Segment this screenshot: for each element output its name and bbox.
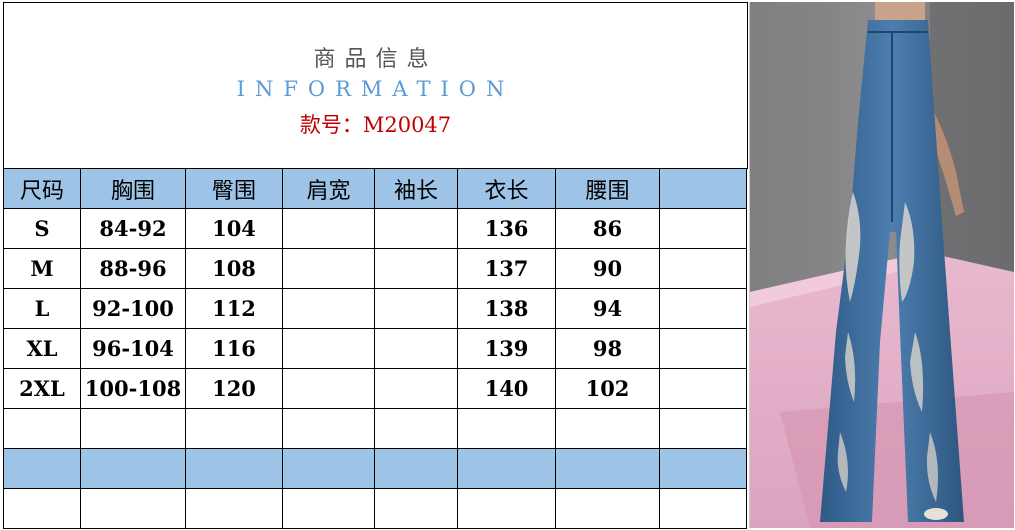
table-cell: 116	[185, 328, 283, 369]
table-row-empty	[3, 408, 747, 449]
table-row: 2XL 100-108 120 140 102	[3, 368, 747, 409]
table-cell: 100-108	[80, 368, 186, 409]
table-cell	[659, 288, 747, 329]
column-header: 肩宽	[282, 168, 375, 209]
column-header: 袖长	[374, 168, 458, 209]
table-cell	[282, 208, 375, 249]
table-cell: 139	[457, 328, 556, 369]
table-cell: 136	[457, 208, 556, 249]
table-cell: 90	[555, 248, 660, 289]
table-row-empty	[3, 488, 747, 529]
size-table: 尺码 胸围 臀围 肩宽 袖长 衣长 腰围 S 84-92 104 136 86 …	[3, 168, 747, 529]
column-header	[659, 168, 747, 209]
table-cell: 120	[185, 368, 283, 409]
table-cell	[282, 248, 375, 289]
title-chinese: 商品信息	[313, 47, 438, 72]
table-header-row: 尺码 胸围 臀围 肩宽 袖长 衣长 腰围	[3, 168, 747, 209]
table-row-empty-blue	[3, 448, 747, 489]
table-cell: 86	[555, 208, 660, 249]
table-row: L 92-100 112 138 94	[3, 288, 747, 329]
table-cell	[374, 208, 458, 249]
table-cell	[659, 328, 747, 369]
info-header: 商品信息 INFORMATION 款号：M20047	[3, 2, 748, 169]
table-cell	[374, 288, 458, 329]
column-header: 臀围	[185, 168, 283, 209]
table-cell	[374, 248, 458, 289]
table-row: S 84-92 104 136 86	[3, 208, 747, 249]
column-header: 胸围	[80, 168, 186, 209]
table-cell	[282, 288, 375, 329]
size-chart-sheet: 商品信息 INFORMATION 款号：M20047 尺码 胸围 臀围 肩宽 袖…	[3, 2, 748, 529]
table-cell: 137	[457, 248, 556, 289]
column-header: 尺码	[3, 168, 81, 209]
table-cell: 102	[555, 368, 660, 409]
table-cell: 92-100	[80, 288, 186, 329]
table-row: XL 96-104 116 139 98	[3, 328, 747, 369]
table-cell	[659, 368, 747, 409]
table-cell: 140	[457, 368, 556, 409]
table-cell: M	[3, 248, 81, 289]
table-cell: 112	[185, 288, 283, 329]
table-cell	[374, 328, 458, 369]
table-cell: 88-96	[80, 248, 186, 289]
table-cell: 108	[185, 248, 283, 289]
table-cell: 96-104	[80, 328, 186, 369]
table-row: M 88-96 108 137 90	[3, 248, 747, 289]
table-cell: XL	[3, 328, 81, 369]
table-cell: 84-92	[80, 208, 186, 249]
table-cell: 98	[555, 328, 660, 369]
title-english: INFORMATION	[236, 77, 515, 101]
product-photo	[749, 2, 1014, 528]
model-number: 款号：M20047	[299, 113, 452, 137]
table-cell	[659, 208, 747, 249]
table-cell	[282, 368, 375, 409]
table-cell	[374, 368, 458, 409]
table-cell: 94	[555, 288, 660, 329]
table-cell	[659, 248, 747, 289]
table-cell	[282, 328, 375, 369]
table-cell: 2XL	[3, 368, 81, 409]
column-header: 衣长	[457, 168, 556, 209]
column-header: 腰围	[555, 168, 660, 209]
jeans-photo-illustration	[750, 2, 1014, 528]
table-cell: 138	[457, 288, 556, 329]
table-cell: 104	[185, 208, 283, 249]
table-cell: L	[3, 288, 81, 329]
table-cell: S	[3, 208, 81, 249]
